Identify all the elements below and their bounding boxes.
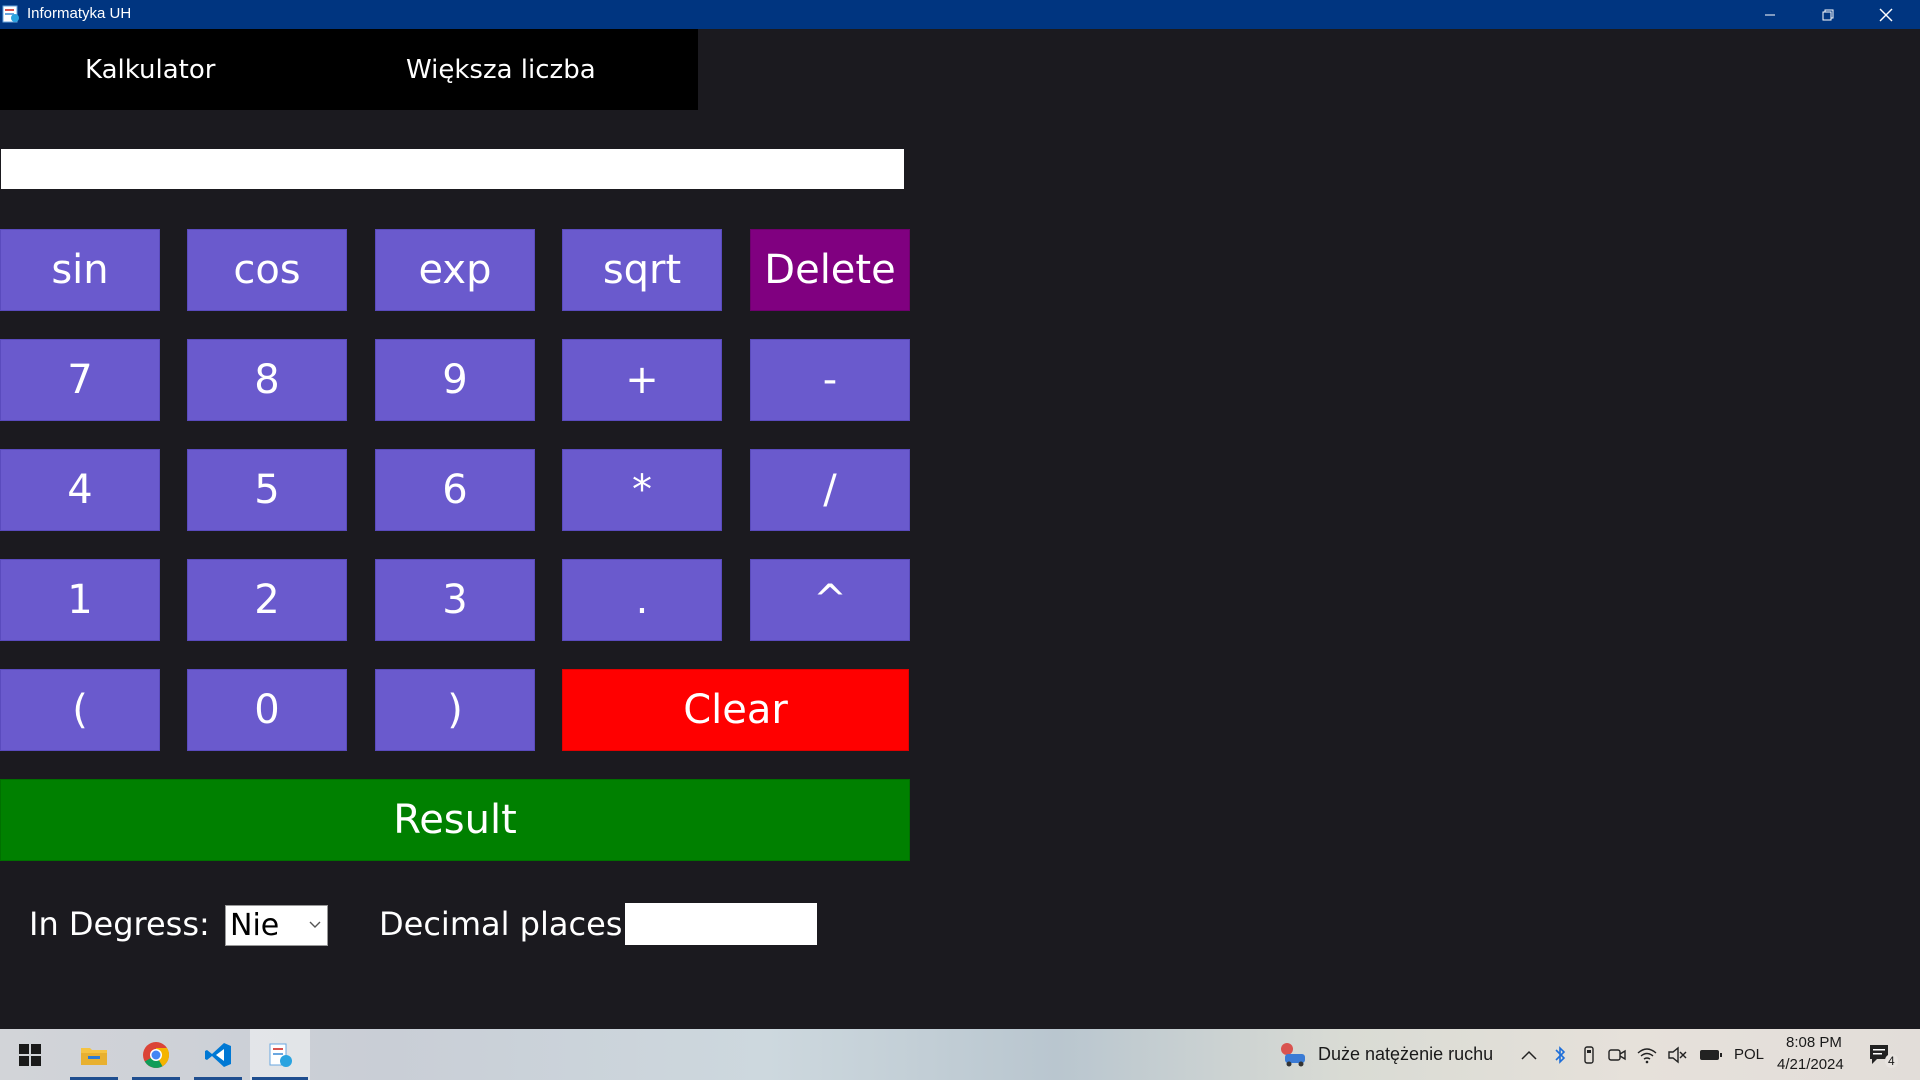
- app-icon: [2, 5, 20, 23]
- vscode-icon: [205, 1042, 231, 1067]
- minimize-button[interactable]: [1741, 0, 1799, 29]
- window-title: Informatyka UH: [27, 5, 132, 22]
- digit-7-button[interactable]: 7: [0, 339, 160, 421]
- degrees-select[interactable]: Nie: [225, 905, 328, 946]
- delete-button[interactable]: Delete: [750, 229, 910, 311]
- taskbar: Duże natężenie ruchu POL 8:08 PM 4/21/20…: [0, 1029, 1920, 1080]
- digit-8-button[interactable]: 8: [187, 339, 347, 421]
- tab-kalkulator[interactable]: Kalkulator: [85, 29, 215, 110]
- meet-now-icon[interactable]: [1607, 1045, 1627, 1065]
- expression-input[interactable]: [1, 149, 904, 189]
- traffic-text[interactable]: Duże natężenie ruchu: [1318, 1044, 1493, 1065]
- digit-9-button[interactable]: 9: [375, 339, 535, 421]
- result-button[interactable]: Result: [0, 779, 910, 861]
- digit-0-button[interactable]: 0: [187, 669, 347, 751]
- file-explorer-button[interactable]: [68, 1029, 120, 1080]
- decimal-places-input[interactable]: [625, 903, 817, 945]
- degrees-select-value: Nie: [230, 908, 280, 943]
- close-paren-button[interactable]: ): [375, 669, 535, 751]
- cos-button[interactable]: cos: [187, 229, 347, 311]
- start-button[interactable]: [4, 1029, 56, 1080]
- clock-time[interactable]: 8:08 PM: [1786, 1034, 1842, 1051]
- decimal-point-button[interactable]: .: [562, 559, 722, 641]
- title-bar: Informatyka UH: [0, 0, 1920, 29]
- usb-device-icon[interactable]: [1579, 1045, 1599, 1065]
- sin-button[interactable]: sin: [0, 229, 160, 311]
- vscode-button[interactable]: [192, 1029, 244, 1080]
- decimal-places-label: Decimal places:: [379, 905, 634, 943]
- plus-button[interactable]: +: [562, 339, 722, 421]
- digit-1-button[interactable]: 1: [0, 559, 160, 641]
- volume-muted-icon[interactable]: [1667, 1045, 1687, 1065]
- wifi-icon[interactable]: [1637, 1045, 1657, 1065]
- clear-button[interactable]: Clear: [562, 669, 909, 751]
- chevron-up-icon[interactable]: [1519, 1045, 1539, 1065]
- clock-date[interactable]: 4/21/2024: [1777, 1056, 1844, 1073]
- multiply-button[interactable]: *: [562, 449, 722, 531]
- power-button[interactable]: ^: [750, 559, 910, 641]
- traffic-icon[interactable]: [1279, 1042, 1307, 1068]
- minus-button[interactable]: -: [750, 339, 910, 421]
- chevron-down-icon: [309, 917, 321, 933]
- chrome-button[interactable]: [130, 1029, 182, 1080]
- open-paren-button[interactable]: (: [0, 669, 160, 751]
- digit-3-button[interactable]: 3: [375, 559, 535, 641]
- notification-count-badge: 4: [1885, 1054, 1898, 1068]
- degrees-label: In Degress:: [29, 905, 210, 943]
- digit-5-button[interactable]: 5: [187, 449, 347, 531]
- sqrt-button[interactable]: sqrt: [562, 229, 722, 311]
- close-button[interactable]: [1857, 0, 1915, 29]
- bluetooth-icon[interactable]: [1550, 1045, 1570, 1065]
- digit-4-button[interactable]: 4: [0, 449, 160, 531]
- divide-button[interactable]: /: [750, 449, 910, 531]
- tab-wieksza-liczba[interactable]: Większa liczba: [406, 29, 596, 110]
- restore-button[interactable]: [1799, 0, 1857, 29]
- chrome-icon: [143, 1041, 170, 1068]
- folder-icon: [81, 1047, 107, 1065]
- tab-bar: Kalkulator Większa liczba: [0, 29, 698, 110]
- app-icon: [269, 1043, 292, 1067]
- windows-logo-icon: [19, 1043, 41, 1066]
- digit-2-button[interactable]: 2: [187, 559, 347, 641]
- informatyka-uh-taskbar-button[interactable]: [250, 1029, 310, 1080]
- language-indicator[interactable]: POL: [1734, 1046, 1764, 1063]
- battery-icon[interactable]: [1699, 1045, 1723, 1065]
- exp-button[interactable]: exp: [375, 229, 535, 311]
- digit-6-button[interactable]: 6: [375, 449, 535, 531]
- app-content: Kalkulator Większa liczba sin cos exp sq…: [0, 29, 1920, 1029]
